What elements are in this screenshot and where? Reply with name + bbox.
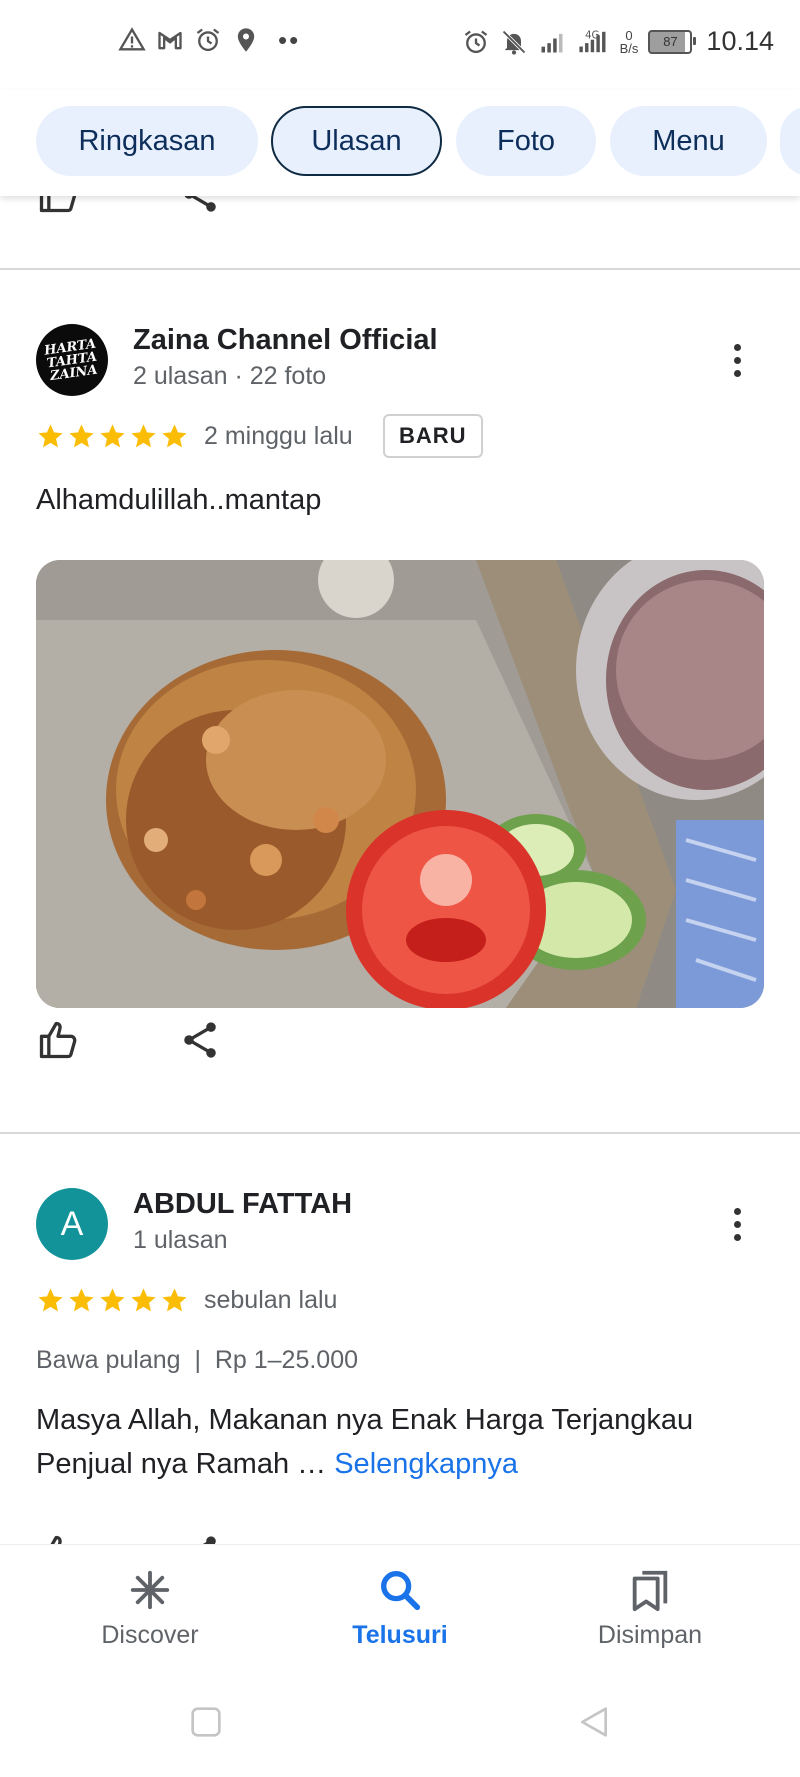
nav-disimpan[interactable]: Disimpan <box>550 1567 750 1650</box>
thumbs-up-icon[interactable] <box>36 196 80 216</box>
star-icon <box>38 1288 63 1312</box>
review-text: Alhamdulillah..mantap <box>36 484 322 516</box>
tab-label: Foto <box>496 124 556 157</box>
home-button-icon[interactable] <box>186 1702 226 1742</box>
review-time: 2 minggu lalu <box>204 422 353 450</box>
star-icon <box>69 424 94 448</box>
nav-label: Disimpan <box>597 1621 703 1649</box>
network-speed-unit: B/s <box>619 40 639 56</box>
tab-more-cutoff[interactable] <box>780 106 800 176</box>
network-speed: 0 B/s <box>620 29 639 55</box>
review-time: sebulan lalu <box>204 1286 338 1314</box>
nav-label: Discover <box>101 1621 199 1649</box>
review-text: Masya Allah, Makanan nya Enak Harga Terj… <box>36 1398 756 1486</box>
food-photo <box>36 560 764 1008</box>
network-speed-value: 0 <box>625 27 633 43</box>
battery-level: 87 <box>663 34 678 49</box>
tab-foto[interactable]: Foto <box>456 106 596 176</box>
bell-off-icon <box>501 29 526 55</box>
avatar[interactable]: A <box>36 1188 108 1260</box>
avatar[interactable]: HARTA TAHTA ZAINA <box>36 324 108 396</box>
alarm-icon <box>196 28 220 52</box>
signal-4g-icon: 4G <box>579 30 606 52</box>
thumbs-up-icon[interactable] <box>36 1532 80 1544</box>
tab-ulasan[interactable]: Ulasan <box>271 106 442 176</box>
tab-ringkasan[interactable]: Ringkasan <box>36 106 258 176</box>
star-icon <box>69 1288 94 1312</box>
star-rating <box>36 1286 189 1315</box>
star-icon <box>162 424 187 448</box>
bottom-nav: Discover Telusuri Disimpan <box>0 1544 800 1667</box>
system-nav-bar <box>0 1666 800 1777</box>
order-meta: Bawa pulang | Rp 1–25.000 <box>36 1346 359 1374</box>
star-icon <box>131 1288 156 1312</box>
tab-menu[interactable]: Menu <box>610 106 767 176</box>
alarm-icon <box>464 30 487 53</box>
avatar-logo-text: HARTA TAHTA ZAINA <box>43 336 99 384</box>
tab-label: Ringkasan <box>78 124 216 157</box>
search-icon <box>381 1571 421 1611</box>
reviewer-meta: 1 ulasan <box>133 1226 228 1254</box>
back-button-icon[interactable] <box>574 1702 614 1742</box>
nav-telusuri[interactable]: Telusuri <box>300 1567 500 1650</box>
star-rating <box>36 422 189 451</box>
share-icon[interactable] <box>178 1018 222 1062</box>
star-icon <box>100 424 125 448</box>
warning-icon <box>118 27 146 51</box>
status-left-icons: •• <box>118 26 300 54</box>
read-more-link[interactable]: Selengkapnya <box>334 1448 518 1480</box>
divider <box>0 1132 800 1134</box>
divider <box>0 268 800 270</box>
star-icon <box>131 424 156 448</box>
reviews-list[interactable]: HARTA TAHTA ZAINA Zaina Channel Official… <box>0 196 800 1544</box>
tab-label: Ulasan <box>311 124 402 157</box>
location-icon <box>237 28 255 52</box>
tab-label: Menu <box>652 124 725 157</box>
clock: 10.14 <box>706 26 774 56</box>
more-options-icon[interactable] <box>722 336 752 384</box>
more-options-icon[interactable] <box>722 1200 752 1248</box>
review-photo[interactable] <box>36 560 764 1008</box>
more-dots-icon: •• <box>278 25 301 55</box>
tabs-header: Ringkasan Ulasan Foto Menu <box>0 90 800 196</box>
share-icon[interactable] <box>178 1532 222 1544</box>
status-bar: •• 4G 0 B/s 87 10.14 <box>0 0 800 90</box>
new-badge: BARU <box>383 414 483 458</box>
nav-label: Telusuri <box>352 1621 448 1649</box>
reviewer-name[interactable]: Zaina Channel Official <box>133 324 438 357</box>
reviewer-name[interactable]: ABDUL FATTAH <box>133 1188 352 1221</box>
share-icon[interactable] <box>178 196 222 216</box>
saved-icon <box>632 1570 668 1612</box>
star-icon <box>100 1288 125 1312</box>
nav-discover[interactable]: Discover <box>50 1567 250 1650</box>
discover-icon <box>130 1570 170 1610</box>
signal-icon <box>541 33 563 52</box>
battery-icon: 87 <box>648 29 697 54</box>
star-icon <box>162 1288 187 1312</box>
gmail-icon <box>158 31 182 50</box>
thumbs-up-icon[interactable] <box>36 1018 80 1062</box>
star-icon <box>38 424 63 448</box>
reviewer-meta: 2 ulasan · 22 foto <box>133 362 327 390</box>
status-right-icons: 4G 0 B/s 87 10.14 <box>462 26 774 57</box>
avatar-letter: A <box>60 1204 84 1243</box>
